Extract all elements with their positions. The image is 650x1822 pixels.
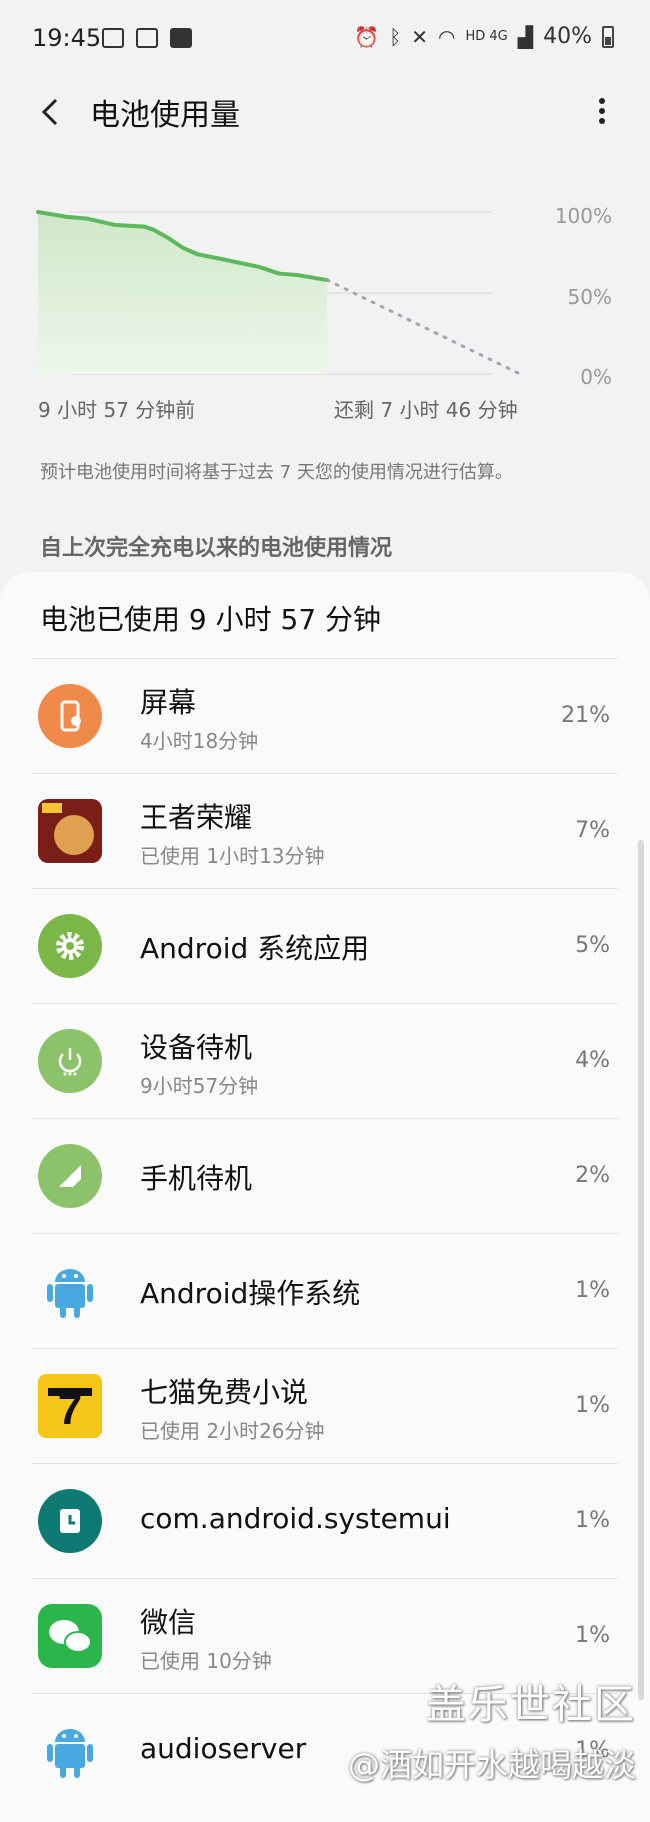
alarm-icon: ⏰ (354, 24, 380, 49)
usage-row[interactable]: 屏幕 4小时18分钟 21% (0, 659, 650, 774)
battery-chart: 100% 50% 0% 9 小时 57 分钟前 还剩 7 小时 46 分钟 (0, 190, 650, 430)
battery-chart-plot (36, 210, 522, 376)
wechat-icon (38, 1604, 102, 1668)
usage-row-name: 设备待机 (140, 1031, 253, 1064)
signal-icon (38, 1144, 102, 1208)
gallery-icon (102, 28, 124, 48)
android-icon (38, 1259, 102, 1323)
y-tick-0: 0% (580, 365, 612, 389)
usage-row-detail: 已使用 2小时26分钟 (140, 1419, 325, 1443)
usage-row-percent: 2% (575, 1163, 610, 1188)
power-icon (38, 1029, 102, 1093)
usage-row[interactable]: Android 系统应用 5% (0, 889, 650, 1004)
usage-row-percent: 7% (575, 818, 610, 843)
screen-icon (38, 684, 102, 748)
page-title: 电池使用量 (90, 98, 240, 133)
usage-row-name: 手机待机 (140, 1162, 253, 1195)
app-bar: 电池使用量 (0, 84, 650, 140)
y-tick-50: 50% (567, 285, 612, 309)
usage-row-percent: 4% (575, 1048, 610, 1073)
usage-row-percent: 1% (575, 1508, 610, 1533)
battery-percent: 40% (543, 24, 592, 49)
more-options-icon[interactable] (590, 94, 614, 134)
usage-area (38, 212, 328, 374)
system-icons: ⏰ ᛒ ✕ ◠ HD 4G ▟ 40% (354, 24, 614, 49)
android-icon (38, 1719, 102, 1783)
usage-row[interactable]: 王者荣耀已使用 1小时13分钟 7% (0, 774, 650, 889)
usage-row-detail: 已使用 1小时13分钟 (140, 844, 325, 868)
usage-row[interactable]: com.android.systemui 1% (0, 1464, 650, 1579)
usage-row-name: Android 系统应用 (140, 932, 370, 965)
x-start-label: 9 小时 57 分钟前 (38, 398, 196, 422)
game-app-icon (38, 799, 102, 863)
battery-icon (602, 25, 614, 48)
novel-app-icon: 7 (38, 1374, 102, 1438)
mute-icon: ✕ (411, 24, 428, 49)
watermark-author: @酒如开水越喝越淡 (347, 1746, 636, 1784)
notification-icons (102, 28, 192, 48)
usage-row-percent: 21% (561, 703, 610, 728)
usage-card: 电池已使用 9 小时 57 分钟 屏幕 4小时18分钟 21% 王者荣耀已使用 1小时… (0, 572, 650, 1822)
gear-icon (38, 914, 102, 978)
usage-row-name: 王者荣耀 (140, 801, 253, 834)
bluetooth-icon: ᛒ (389, 24, 402, 49)
back-icon[interactable] (32, 92, 72, 132)
usage-row-name: com.android.systemui (140, 1502, 451, 1535)
voicemail-icon (136, 28, 158, 48)
usage-row-percent: 1% (575, 1393, 610, 1418)
status-bar: 19:45 ⏰ ᛒ ✕ ◠ HD 4G ▟ 40% (0, 0, 650, 80)
usage-row-name: 七猫免费小说 (140, 1376, 309, 1409)
network-type: HD 4G (465, 29, 508, 44)
check-icon (170, 28, 192, 48)
usage-row-detail: 9小时57分钟 (140, 1074, 259, 1098)
x-end-label: 还剩 7 小时 46 分钟 (334, 398, 518, 422)
scrollbar[interactable] (638, 840, 644, 1700)
signal-icon: ▟ (517, 24, 534, 49)
wifi-icon: ◠ (437, 24, 456, 49)
usage-row-name: 微信 (140, 1606, 197, 1639)
clock-icon (38, 1489, 102, 1553)
status-time: 19:45 (32, 24, 102, 52)
section-header: 自上次完全充电以来的电池使用情况 (40, 536, 393, 561)
y-tick-100: 100% (554, 204, 612, 228)
estimate-note: 预计电池使用时间将基于过去 7 天您的使用情况进行估算。 (40, 462, 513, 483)
usage-row[interactable]: 手机待机 2% (0, 1119, 650, 1234)
usage-row-percent: 1% (575, 1623, 610, 1648)
usage-row-detail: 4小时18分钟 (140, 729, 259, 753)
usage-row[interactable]: 设备待机 9小时57分钟 4% (0, 1004, 650, 1119)
usage-total: 电池已使用 9 小时 57 分钟 (40, 603, 382, 636)
usage-row[interactable]: Android操作系统 1% (0, 1234, 650, 1349)
usage-row-name: Android操作系统 (140, 1277, 361, 1310)
usage-row-name: 屏幕 (140, 686, 197, 719)
battery-forecast-line (325, 278, 522, 376)
usage-row[interactable]: 7 七猫免费小说已使用 2小时26分钟 1% (0, 1349, 650, 1464)
usage-row-percent: 5% (575, 933, 610, 958)
usage-row-detail: 已使用 10分钟 (140, 1649, 272, 1673)
usage-row-name: audioserver (140, 1732, 307, 1765)
usage-row-percent: 1% (575, 1278, 610, 1303)
watermark-community: 盖乐世社区 (426, 1682, 636, 1728)
